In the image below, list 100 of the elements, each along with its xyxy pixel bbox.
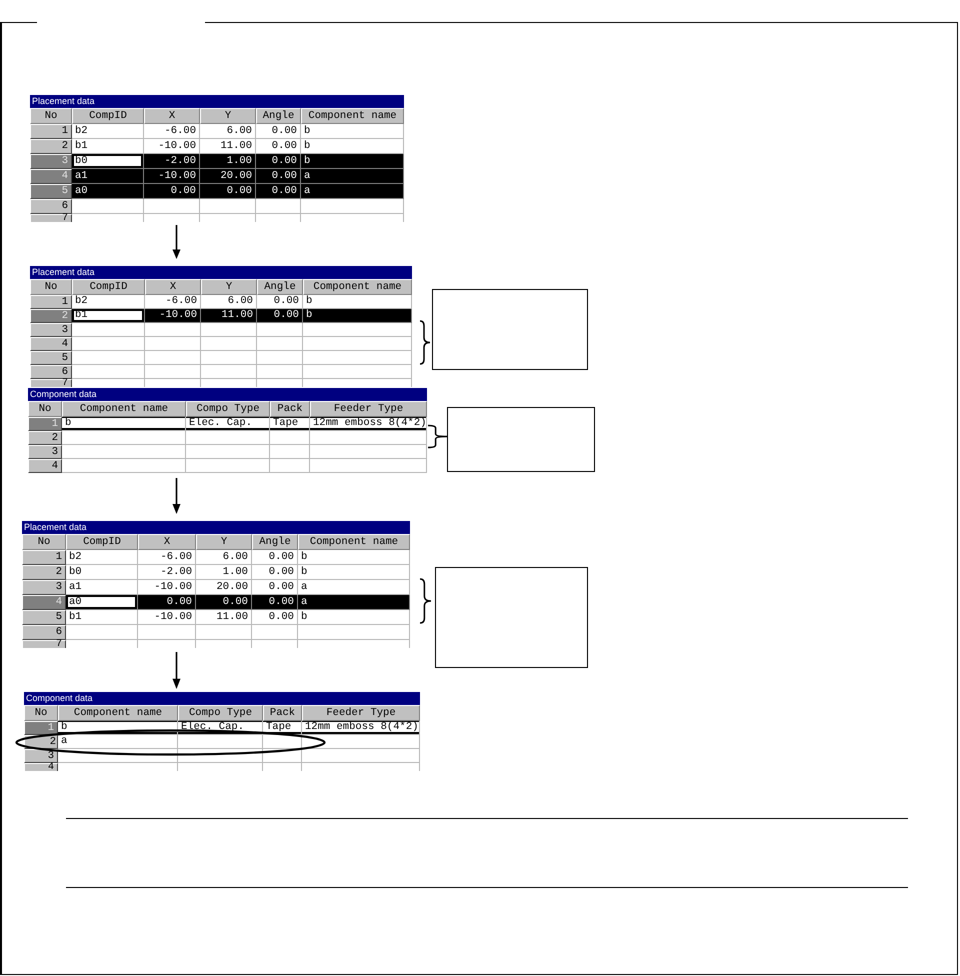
column-header: Component name <box>58 705 178 721</box>
table-cell: -6.00 <box>144 124 200 139</box>
table-cell: 0.00 <box>256 184 301 199</box>
row-header[interactable]: 6 <box>22 625 66 640</box>
table-cell: 11.00 <box>201 309 257 323</box>
title-bar: Placement data <box>22 521 410 534</box>
table-cell <box>263 735 302 749</box>
table-cell: 6.00 <box>201 295 257 309</box>
row-header[interactable]: 2 <box>28 431 62 445</box>
row-header[interactable]: 5 <box>22 610 66 625</box>
table-cell: 0.00 <box>252 610 298 625</box>
table-cell <box>196 625 252 640</box>
table-cell: Tape <box>263 721 302 735</box>
table-cell <box>201 351 257 365</box>
table-cell <box>201 337 257 351</box>
down-arrow <box>172 478 180 514</box>
row-header[interactable]: 1 <box>30 124 72 139</box>
column-header: CompID <box>72 279 145 295</box>
table-cell: -6.00 <box>138 550 196 565</box>
table-cell: 0.00 <box>256 154 301 169</box>
column-header: Angle <box>256 108 301 124</box>
title-bar: Placement data <box>30 266 412 279</box>
row-header[interactable]: 3 <box>30 323 72 337</box>
title-bar: Component data <box>24 692 420 705</box>
table-cell: a0 <box>72 184 144 199</box>
row-header[interactable]: 1 <box>30 295 72 309</box>
table-cell <box>72 199 144 214</box>
table-cell: 0.00 <box>138 595 196 610</box>
down-arrow <box>172 652 180 689</box>
column-header: Component name <box>298 534 410 550</box>
table-cell: b <box>62 417 186 431</box>
table-cell: b <box>298 550 410 565</box>
table-cell: 12mm emboss 8(4*2) <box>302 721 420 735</box>
table-cell: -10.00 <box>145 309 201 323</box>
column-header: CompID <box>66 534 138 550</box>
down-arrow <box>172 225 180 259</box>
table-cell: a <box>298 580 410 595</box>
table-cell: 0.00 <box>252 580 298 595</box>
table-cell: b0 <box>66 565 138 580</box>
table-cell: 0.00 <box>144 184 200 199</box>
column-header: No <box>24 705 58 721</box>
table-cell: b <box>298 565 410 580</box>
table-cell: 0.00 <box>256 124 301 139</box>
row-header[interactable]: 7 <box>22 640 66 648</box>
column-header: Component name <box>303 279 412 295</box>
table-cell: b1 <box>72 139 144 154</box>
row-header[interactable]: 2 <box>22 565 66 580</box>
table-cell <box>138 625 196 640</box>
table-cell <box>257 351 303 365</box>
table-cell: b <box>301 139 404 154</box>
table-cell: a0 <box>66 595 138 610</box>
row-header[interactable]: 3 <box>22 580 66 595</box>
table-cell: Tape <box>270 417 310 431</box>
table-cell: 20.00 <box>200 169 256 184</box>
table-cell: b <box>303 309 412 323</box>
table-cell: 0.00 <box>257 309 303 323</box>
table-cell: a <box>301 169 404 184</box>
row-header[interactable]: 7 <box>30 379 72 387</box>
table-cell: b <box>303 295 412 309</box>
row-header[interactable]: 5 <box>30 351 72 365</box>
column-header: Y <box>201 279 257 295</box>
table-cell <box>270 459 310 473</box>
table-cell: b2 <box>72 295 145 309</box>
column-header: Feeder Type <box>310 401 427 417</box>
table-cell: -6.00 <box>145 295 201 309</box>
row-header[interactable]: 6 <box>30 365 72 379</box>
table-cell <box>270 445 310 459</box>
table-cell: 0.00 <box>256 139 301 154</box>
row-header[interactable]: 6 <box>30 199 72 214</box>
table-cell: 0.00 <box>252 565 298 580</box>
column-header: CompID <box>72 108 144 124</box>
column-header: Y <box>196 534 252 550</box>
title-bar: Component data <box>28 388 427 401</box>
row-header[interactable]: 3 <box>28 445 62 459</box>
table-cell: a <box>301 184 404 199</box>
column-header: Compo Type <box>186 401 270 417</box>
column-header: Pack <box>263 705 302 721</box>
row-header[interactable]: 4 <box>28 459 62 473</box>
column-header: Y <box>200 108 256 124</box>
table-cell <box>145 365 201 379</box>
row-header[interactable]: 1 <box>22 550 66 565</box>
row-header[interactable]: 4 <box>30 337 72 351</box>
table-cell <box>257 365 303 379</box>
column-header: Component name <box>301 108 404 124</box>
table-cell: -10.00 <box>138 580 196 595</box>
table-cell <box>257 337 303 351</box>
column-header: X <box>145 279 201 295</box>
table-cell: b2 <box>66 550 138 565</box>
row-header[interactable]: 3 <box>24 749 58 763</box>
table-cell: 1.00 <box>196 565 252 580</box>
table-cell <box>200 199 256 214</box>
row-header[interactable]: 7 <box>30 214 72 222</box>
table-cell <box>252 625 298 640</box>
column-header: No <box>30 279 72 295</box>
row-header[interactable]: 2 <box>30 139 72 154</box>
column-header: X <box>144 108 200 124</box>
column-header: Angle <box>257 279 303 295</box>
table-cell <box>270 431 310 445</box>
table-cell: Elec. Cap. <box>186 417 270 431</box>
row-header[interactable]: 4 <box>24 763 58 771</box>
